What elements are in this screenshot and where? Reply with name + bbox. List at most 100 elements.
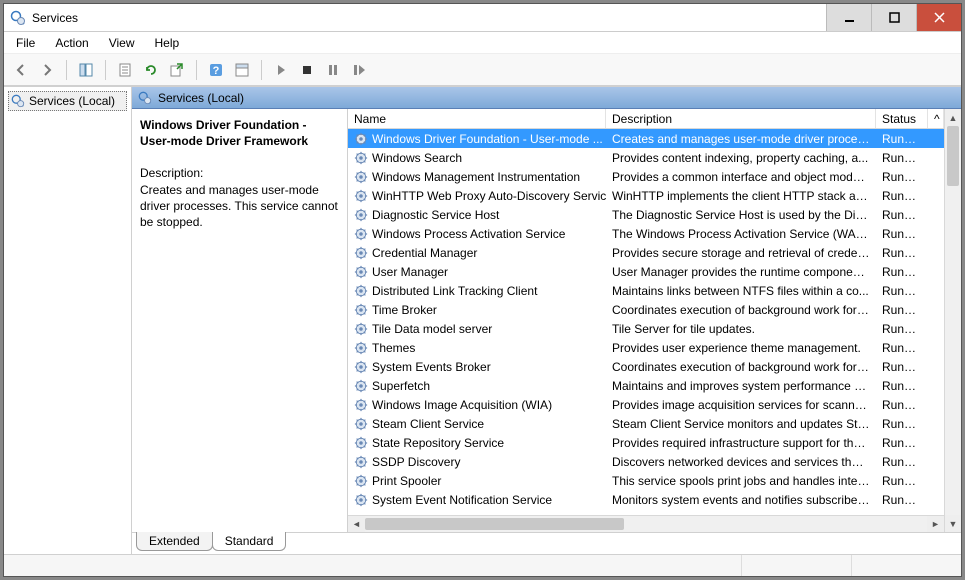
pane-header-title: Services (Local) <box>158 91 244 105</box>
services-list: Name Description Status ^ Windows Driver… <box>348 109 961 532</box>
service-description: Maintains and improves system performanc… <box>606 379 876 393</box>
service-row[interactable]: ThemesProvides user experience theme man… <box>348 338 944 357</box>
vertical-scrollbar[interactable]: ▲ ▼ <box>944 109 961 532</box>
column-status[interactable]: Status <box>876 109 928 128</box>
service-name: State Repository Service <box>372 436 504 450</box>
service-status: Running <box>876 284 928 298</box>
gear-icon <box>354 151 368 165</box>
scroll-right-icon[interactable]: ► <box>927 516 944 532</box>
minimize-button[interactable] <box>826 4 871 31</box>
action-pane-button[interactable] <box>231 59 253 81</box>
service-row[interactable]: Windows SearchProvides content indexing,… <box>348 148 944 167</box>
service-status: Running <box>876 151 928 165</box>
tree-pane: Services (Local) <box>4 87 132 554</box>
menu-view[interactable]: View <box>101 34 143 52</box>
refresh-button[interactable] <box>140 59 162 81</box>
scroll-down-icon[interactable]: ▼ <box>945 515 961 532</box>
service-description: User Manager provides the runtime compon… <box>606 265 876 279</box>
service-row[interactable]: Time BrokerCoordinates execution of back… <box>348 300 944 319</box>
start-service-button[interactable] <box>270 59 292 81</box>
service-row[interactable]: System Event Notification ServiceMonitor… <box>348 490 944 509</box>
export-button[interactable] <box>166 59 188 81</box>
menu-file[interactable]: File <box>8 34 43 52</box>
service-description: Coordinates execution of background work… <box>606 360 876 374</box>
horizontal-scrollbar[interactable]: ◄ ► <box>348 515 944 532</box>
service-description: Monitors system events and notifies subs… <box>606 493 876 507</box>
service-row[interactable]: SuperfetchMaintains and improves system … <box>348 376 944 395</box>
service-row[interactable]: Tile Data model serverTile Server for ti… <box>348 319 944 338</box>
column-description[interactable]: Description <box>606 109 876 128</box>
gear-icon <box>354 493 368 507</box>
detail-description: Creates and manages user-mode driver pro… <box>140 182 339 231</box>
titlebar[interactable]: Services <box>4 4 961 32</box>
service-name: Windows Image Acquisition (WIA) <box>372 398 552 412</box>
service-row[interactable]: Distributed Link Tracking ClientMaintain… <box>348 281 944 300</box>
help-button[interactable]: ? <box>205 59 227 81</box>
service-row[interactable]: SSDP DiscoveryDiscovers networked device… <box>348 452 944 471</box>
service-row[interactable]: State Repository ServiceProvides require… <box>348 433 944 452</box>
service-description: Steam Client Service monitors and update… <box>606 417 876 431</box>
service-description: Maintains links between NTFS files withi… <box>606 284 876 298</box>
service-row[interactable]: Diagnostic Service HostThe Diagnostic Se… <box>348 205 944 224</box>
detail-desc-label: Description: <box>140 165 339 181</box>
gear-icon <box>354 379 368 393</box>
close-button[interactable] <box>916 4 961 31</box>
window-title: Services <box>32 11 826 25</box>
service-name: SSDP Discovery <box>372 455 460 469</box>
gear-icon <box>354 265 368 279</box>
service-row[interactable]: Windows Driver Foundation - User-mode ..… <box>348 129 944 148</box>
service-description: The Diagnostic Service Host is used by t… <box>606 208 876 222</box>
service-name: Windows Process Activation Service <box>372 227 565 241</box>
service-status: Running <box>876 455 928 469</box>
view-tabs: Extended Standard <box>132 532 961 554</box>
show-hide-tree-button[interactable] <box>75 59 97 81</box>
service-name: System Events Broker <box>372 360 491 374</box>
stop-service-button[interactable] <box>296 59 318 81</box>
service-row[interactable]: Steam Client ServiceSteam Client Service… <box>348 414 944 433</box>
menu-action[interactable]: Action <box>47 34 96 52</box>
back-button[interactable] <box>10 59 32 81</box>
gear-icon <box>354 455 368 469</box>
tree-item-services-local[interactable]: Services (Local) <box>8 91 127 111</box>
service-row[interactable]: Windows Image Acquisition (WIA)Provides … <box>348 395 944 414</box>
gear-icon <box>354 322 368 336</box>
restart-service-button[interactable] <box>348 59 370 81</box>
service-row[interactable]: Windows Process Activation ServiceThe Wi… <box>348 224 944 243</box>
column-headers: Name Description Status ^ <box>348 109 944 129</box>
gear-icon <box>354 360 368 374</box>
scroll-left-icon[interactable]: ◄ <box>348 516 365 532</box>
menu-help[interactable]: Help <box>147 34 188 52</box>
service-status: Running <box>876 322 928 336</box>
pause-service-button[interactable] <box>322 59 344 81</box>
tab-extended[interactable]: Extended <box>136 532 213 551</box>
properties-button[interactable] <box>114 59 136 81</box>
scroll-up-icon[interactable]: ▲ <box>945 109 961 126</box>
services-icon <box>11 94 25 108</box>
service-name: Windows Management Instrumentation <box>372 170 580 184</box>
column-name[interactable]: Name <box>348 109 606 128</box>
forward-button[interactable] <box>36 59 58 81</box>
service-row[interactable]: User ManagerUser Manager provides the ru… <box>348 262 944 281</box>
gear-icon <box>354 170 368 184</box>
service-status: Running <box>876 227 928 241</box>
service-status: Running <box>876 474 928 488</box>
maximize-button[interactable] <box>871 4 916 31</box>
statusbar <box>4 554 961 576</box>
service-row[interactable]: Print SpoolerThis service spools print j… <box>348 471 944 490</box>
detail-pane: Windows Driver Foundation - User-mode Dr… <box>132 109 348 532</box>
service-status: Running <box>876 436 928 450</box>
service-row[interactable]: Windows Management InstrumentationProvid… <box>348 167 944 186</box>
service-row[interactable]: Credential ManagerProvides secure storag… <box>348 243 944 262</box>
service-row[interactable]: System Events Broker Coordinates executio… <box>348 357 944 376</box>
svg-text:?: ? <box>213 65 220 77</box>
tab-standard[interactable]: Standard <box>212 532 287 551</box>
service-status: Running <box>876 189 928 203</box>
service-row[interactable]: WinHTTP Web Proxy Auto-Discovery Service… <box>348 186 944 205</box>
services-icon <box>138 91 152 105</box>
column-overflow[interactable]: ^ <box>928 109 944 128</box>
gear-icon <box>354 474 368 488</box>
gear-icon <box>354 341 368 355</box>
service-description: Provides user experience theme managemen… <box>606 341 876 355</box>
service-status: Running <box>876 379 928 393</box>
service-status: Running <box>876 303 928 317</box>
